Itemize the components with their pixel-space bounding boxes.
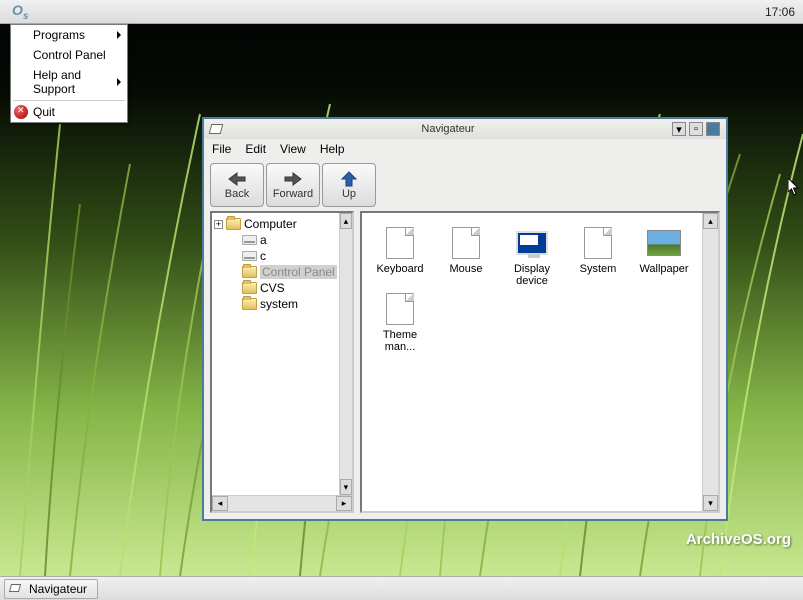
- back-button[interactable]: Back: [210, 163, 264, 207]
- menu-programs[interactable]: Programs: [11, 25, 127, 45]
- file-icon: [584, 227, 612, 259]
- window-title: Navigateur: [224, 123, 672, 135]
- menu-edit[interactable]: Edit: [245, 142, 266, 156]
- arrow-up-icon: [339, 171, 359, 187]
- iconview-vscroll[interactable]: ▴ ▾: [702, 213, 718, 511]
- icon-grid[interactable]: Keyboard Mouse Display device System: [362, 213, 702, 511]
- menu-view[interactable]: View: [280, 142, 306, 156]
- tree-item-c[interactable]: c: [214, 248, 337, 264]
- folder-icon: [226, 218, 241, 230]
- arrow-left-icon: [227, 171, 247, 187]
- quit-icon: [14, 105, 28, 119]
- folder-icon: [242, 266, 257, 278]
- tree-vscroll[interactable]: ▴ ▾: [339, 213, 352, 495]
- monitor-icon: [516, 231, 548, 255]
- window-sys-icon[interactable]: [210, 124, 224, 134]
- menu-file[interactable]: File: [212, 142, 231, 156]
- tree-root-computer[interactable]: + Computer: [214, 216, 337, 232]
- icon-keyboard[interactable]: Keyboard: [370, 225, 430, 287]
- tree-item-a[interactable]: a: [214, 232, 337, 248]
- up-button[interactable]: Up: [322, 163, 376, 207]
- menu-help[interactable]: Help: [320, 142, 345, 156]
- menu-quit[interactable]: Quit: [11, 102, 127, 122]
- menubar: File Edit View Help: [204, 139, 726, 159]
- icon-mouse[interactable]: Mouse: [436, 225, 496, 287]
- tree-item-cvs[interactable]: CVS: [214, 280, 337, 296]
- toolbar: Back Forward Up: [204, 159, 726, 211]
- close-button[interactable]: [706, 122, 720, 136]
- taskbar-app-navigateur[interactable]: Navigateur: [4, 579, 98, 599]
- forward-button[interactable]: Forward: [266, 163, 320, 207]
- scroll-right-icon[interactable]: ▸: [336, 496, 352, 511]
- scroll-down-icon[interactable]: ▾: [703, 495, 718, 511]
- scroll-up-icon[interactable]: ▴: [340, 213, 352, 229]
- start-menu: Programs Control Panel Help and Support …: [10, 24, 128, 123]
- taskbar: Navigateur: [0, 576, 803, 600]
- navigateur-window: Navigateur ▾ ▫ File Edit View Help Back …: [202, 117, 728, 521]
- maximize-button[interactable]: ▫: [689, 122, 703, 136]
- app-icon: [10, 584, 24, 594]
- icon-panel: Keyboard Mouse Display device System: [360, 211, 720, 513]
- scroll-down-icon[interactable]: ▾: [340, 479, 352, 495]
- file-icon: [386, 227, 414, 259]
- icon-system[interactable]: System: [568, 225, 628, 287]
- file-icon: [386, 293, 414, 325]
- tree-hscroll[interactable]: ◂ ▸: [212, 495, 352, 511]
- top-panel: Os 17:06: [0, 0, 803, 24]
- icon-wallpaper[interactable]: Wallpaper: [634, 225, 694, 287]
- icon-theme-manager[interactable]: Theme man...: [370, 291, 430, 353]
- scroll-left-icon[interactable]: ◂: [212, 496, 228, 511]
- menu-separator: [13, 100, 125, 101]
- os-logo[interactable]: Os: [12, 2, 28, 22]
- scroll-up-icon[interactable]: ▴: [703, 213, 718, 229]
- clock: 17:06: [765, 5, 795, 19]
- folder-icon: [242, 282, 257, 294]
- minimize-button[interactable]: ▾: [672, 122, 686, 136]
- file-icon: [452, 227, 480, 259]
- tree-panel: + Computer a c Control Panel: [210, 211, 354, 513]
- expander-icon[interactable]: +: [214, 220, 223, 229]
- drive-icon: [242, 251, 257, 261]
- wallpaper-icon: [647, 230, 681, 256]
- arrow-right-icon: [283, 171, 303, 187]
- drive-icon: [242, 235, 257, 245]
- folder-icon: [242, 298, 257, 310]
- watermark: ArchiveOS.org: [686, 531, 791, 548]
- menu-control-panel[interactable]: Control Panel: [11, 45, 127, 65]
- tree-item-system[interactable]: system: [214, 296, 337, 312]
- tree-view[interactable]: + Computer a c Control Panel: [212, 213, 339, 495]
- menu-help-support[interactable]: Help and Support: [11, 65, 127, 99]
- titlebar[interactable]: Navigateur ▾ ▫: [204, 119, 726, 139]
- icon-display-device[interactable]: Display device: [502, 225, 562, 287]
- tree-item-control-panel[interactable]: Control Panel: [214, 264, 337, 280]
